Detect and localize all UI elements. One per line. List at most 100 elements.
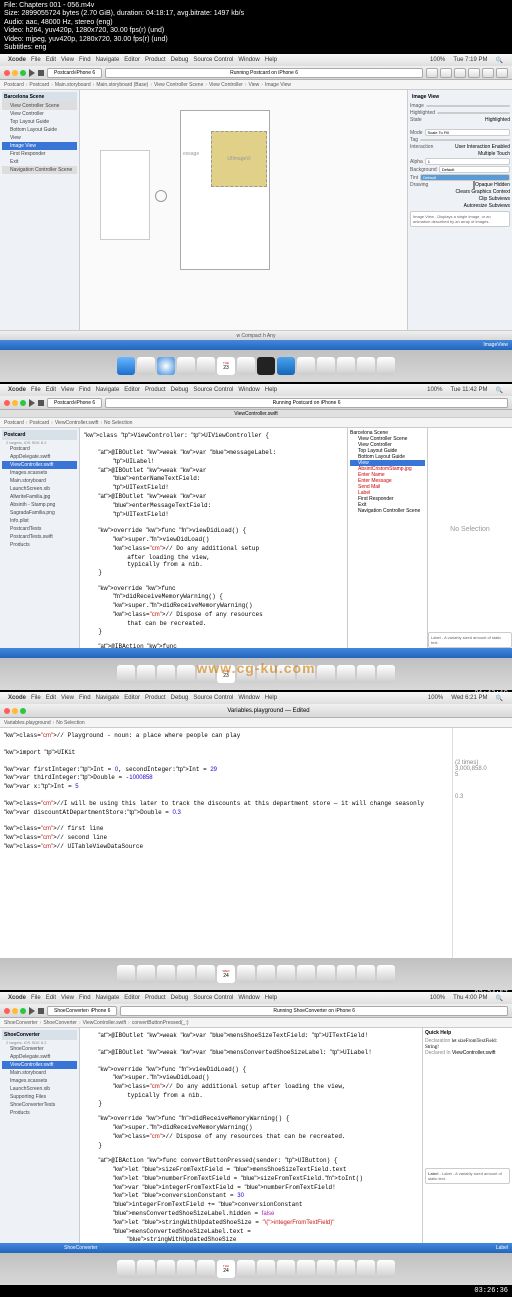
size-class-bar[interactable]: w Compact h Any — [0, 330, 512, 340]
nav-item[interactable]: Info.plist — [2, 517, 77, 525]
menu-item[interactable]: Find — [79, 57, 91, 63]
jump-bar[interactable]: Postcard› Postcard› Main.storyboard› Mai… — [0, 80, 512, 90]
nav-item[interactable]: AppDelegate.swift — [2, 453, 77, 461]
outline-item[interactable]: View — [2, 134, 77, 142]
terminal-icon[interactable] — [257, 357, 275, 375]
editor-mode-button[interactable] — [454, 68, 466, 78]
nav-item[interactable]: Products — [2, 1109, 77, 1117]
storyboard-canvas[interactable]: essage UIImageVi — [80, 90, 407, 330]
preview-icon[interactable] — [237, 357, 255, 375]
jump-bar[interactable]: Variables.playground› No Selection — [0, 718, 512, 728]
nav-item[interactable]: AllwriteFamilia.jpg — [2, 493, 77, 501]
source-editor[interactable]: "at">@IBOutlet "kw">weak "kw">var "blue"… — [80, 1028, 422, 1243]
appstore-icon[interactable] — [317, 357, 335, 375]
multitouch-checkbox[interactable]: Multiple Touch — [478, 151, 510, 157]
nav-item[interactable]: LaunchScreen.xib — [2, 485, 77, 493]
jump-bar[interactable]: ShoeConverter› ShoeConverter› ViewContro… — [0, 1018, 512, 1028]
uiimageview-element[interactable]: UIImageVi — [211, 131, 267, 187]
mail-icon[interactable] — [177, 357, 195, 375]
nav-item[interactable]: PostcardTests.swift — [2, 533, 77, 541]
app-name[interactable]: Xcode — [8, 57, 26, 63]
launchpad-icon[interactable] — [137, 357, 155, 375]
nav-item[interactable]: ShoeConverterTests — [2, 1101, 77, 1109]
close-icon[interactable] — [4, 400, 10, 406]
tag-field[interactable] — [420, 139, 510, 141]
playground-editor[interactable]: "kw">class="cm">// Playground - noun: a … — [0, 728, 452, 958]
panel-toggle-button[interactable] — [496, 68, 508, 78]
stop-button[interactable] — [38, 70, 44, 76]
zoom-icon[interactable] — [20, 400, 26, 406]
finder-icon[interactable] — [117, 665, 135, 683]
outline-item[interactable]: Navigation Controller Scene — [2, 166, 77, 174]
nav-item[interactable]: Supporting Files — [2, 1093, 77, 1101]
run-button[interactable] — [29, 69, 35, 77]
outline-item[interactable]: View Controller Scene — [2, 102, 77, 110]
chrome-icon[interactable] — [297, 357, 315, 375]
nav-item[interactable]: ShoeConverter — [2, 1045, 77, 1053]
minimize-icon[interactable] — [12, 400, 18, 406]
scheme-selector[interactable]: ShoeConverter › iPhone 6 — [47, 1006, 117, 1016]
contacts-icon[interactable] — [197, 357, 215, 375]
object-library-item[interactable]: Image View - Displays a single image, or… — [410, 211, 510, 227]
editor-mode-button[interactable] — [426, 68, 438, 78]
background-select[interactable]: Default — [439, 166, 510, 173]
menu-item[interactable]: Edit — [46, 57, 56, 63]
nav-item[interactable]: AppDelegate.swift — [2, 1053, 77, 1061]
stop-button[interactable] — [38, 400, 44, 406]
menu-item[interactable]: Help — [265, 57, 277, 63]
nav-item[interactable]: LaunchScreen.xib — [2, 1085, 77, 1093]
mode-select[interactable]: Scale To Fill — [425, 129, 510, 136]
panel-toggle-button[interactable] — [468, 68, 480, 78]
segue-arrow-icon[interactable] — [155, 190, 167, 202]
editor-mode-button[interactable] — [440, 68, 452, 78]
menu-item[interactable]: Editor — [124, 57, 140, 63]
nav-item-selected[interactable]: ViewController.swift — [2, 461, 77, 469]
state-checkbox-label[interactable]: Highlighted — [485, 117, 510, 123]
view-controller-canvas[interactable]: essage UIImageVi — [180, 110, 270, 270]
nav-item[interactable]: Images.xcassets — [2, 469, 77, 477]
highlighted-field[interactable] — [437, 112, 510, 114]
nav-item[interactable]: Images.xcassets — [2, 1077, 77, 1085]
menu-item[interactable]: File — [31, 57, 41, 63]
settings-icon[interactable] — [337, 357, 355, 375]
scheme-selector[interactable]: Postcard › iPhone 6 — [47, 398, 102, 408]
menu-item[interactable]: Window — [238, 57, 259, 63]
outline-item[interactable]: Bottom Layout Guide — [2, 126, 77, 134]
trash-icon[interactable] — [377, 357, 395, 375]
panel-toggle-button[interactable] — [482, 68, 494, 78]
scheme-selector[interactable]: Postcard › iPhone 6 — [47, 68, 102, 78]
nav-item[interactable]: Main.storyboard — [2, 1069, 77, 1077]
zoom-icon[interactable] — [20, 70, 26, 76]
safari-icon[interactable] — [157, 357, 175, 375]
menu-item[interactable]: Source Control — [193, 57, 233, 63]
nav-item[interactable]: Products — [2, 541, 77, 549]
menu-item[interactable]: Product — [145, 57, 166, 63]
nav-item[interactable]: Postcard — [2, 445, 77, 453]
interaction-checkbox[interactable]: User Interaction Enabled — [455, 144, 510, 150]
run-button[interactable] — [29, 399, 35, 407]
navigation-controller-box[interactable] — [100, 150, 150, 240]
outline-item-selected[interactable]: Image View — [2, 142, 77, 150]
library-label-item[interactable]: Label - A variably sized amount of stati… — [428, 632, 512, 648]
nav-item[interactable]: Main.storyboard — [2, 477, 77, 485]
source-editor[interactable]: "kw">class "tp">ViewController: "tp">UIV… — [80, 428, 347, 648]
jump-bar[interactable]: Postcard› Postcard› ViewController.swift… — [0, 418, 512, 428]
nav-item[interactable]: PostcardTests — [2, 525, 77, 533]
outline-item[interactable]: View Controller — [2, 110, 77, 118]
outline-item[interactable]: First Responder — [2, 150, 77, 158]
close-icon[interactable] — [4, 70, 10, 76]
folder-icon[interactable] — [357, 357, 375, 375]
menu-item[interactable]: Navigate — [96, 57, 120, 63]
tint-select[interactable]: Default — [420, 174, 510, 181]
finder-icon[interactable] — [117, 357, 135, 375]
calendar-icon[interactable]: WED24 — [217, 965, 235, 983]
outline-item[interactable]: Exit — [2, 158, 77, 166]
tab-bar[interactable]: ViewController.swift — [0, 410, 512, 418]
menu-item[interactable]: Debug — [171, 57, 189, 63]
label-preview[interactable]: essage — [183, 151, 199, 157]
nav-item[interactable]: SagradaFamilia.png — [2, 509, 77, 517]
nav-item[interactable]: Absinth - Stamp.png — [2, 501, 77, 509]
menu-item[interactable]: View — [61, 57, 74, 63]
alpha-field[interactable]: 1 — [425, 158, 510, 165]
spotlight-icon[interactable]: 🔍 — [496, 57, 503, 64]
